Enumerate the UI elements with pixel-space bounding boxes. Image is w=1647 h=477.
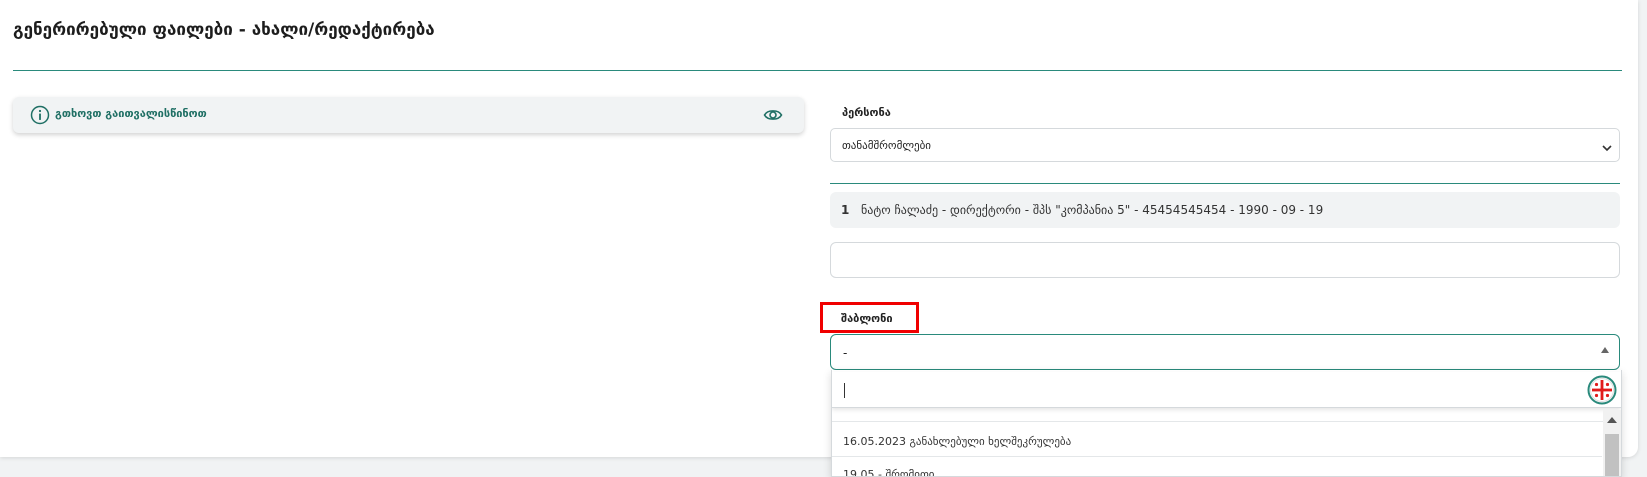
persona-label: პერსონა (842, 106, 891, 119)
chevron-down-icon (1601, 139, 1613, 152)
page-title: გენერირებული ფაილები - ახალი/რედაქტირება (13, 20, 435, 40)
language-switch-icon[interactable] (1587, 375, 1617, 405)
dropdown-scrollbar[interactable] (1603, 410, 1621, 476)
title-divider (13, 70, 1622, 71)
persona-divider (830, 183, 1620, 184)
template-search-input[interactable] (832, 372, 1621, 408)
template-dropdown: 16.05.2023 განახლებული ხელშეკრულება 19.0… (831, 370, 1622, 477)
template-select-value: - (843, 346, 848, 360)
scroll-up-icon[interactable] (1607, 417, 1617, 423)
text-cursor (844, 383, 845, 398)
highlight-annotation (820, 302, 919, 333)
info-panel[interactable]: გთხოვთ გაითვალისწინოთ (13, 97, 804, 133)
scrollbar-thumb[interactable] (1605, 434, 1619, 476)
caret-up-icon (1601, 347, 1609, 353)
template-option[interactable]: 16.05.2023 განახლებული ხელშეკრულება (843, 435, 1071, 448)
person-item-text: ნატო ჩალაძე - დირექტორი - შპს "კომპანია … (861, 203, 1324, 217)
persona-select[interactable]: თანამშრომლები (830, 128, 1620, 162)
extra-input-field[interactable] (830, 242, 1620, 278)
info-circle-icon (30, 105, 50, 125)
dropdown-divider (832, 421, 1621, 422)
eye-icon[interactable] (763, 105, 783, 125)
template-select[interactable]: - (830, 334, 1620, 370)
info-panel-label: გთხოვთ გაითვალისწინოთ (55, 107, 207, 120)
persona-select-value: თანამშრომლები (842, 139, 931, 152)
person-item-number: 1 (841, 203, 850, 217)
person-list-item[interactable]: 1 ნატო ჩალაძე - დირექტორი - შპს "კომპანი… (830, 192, 1620, 228)
option-divider (832, 456, 1602, 457)
